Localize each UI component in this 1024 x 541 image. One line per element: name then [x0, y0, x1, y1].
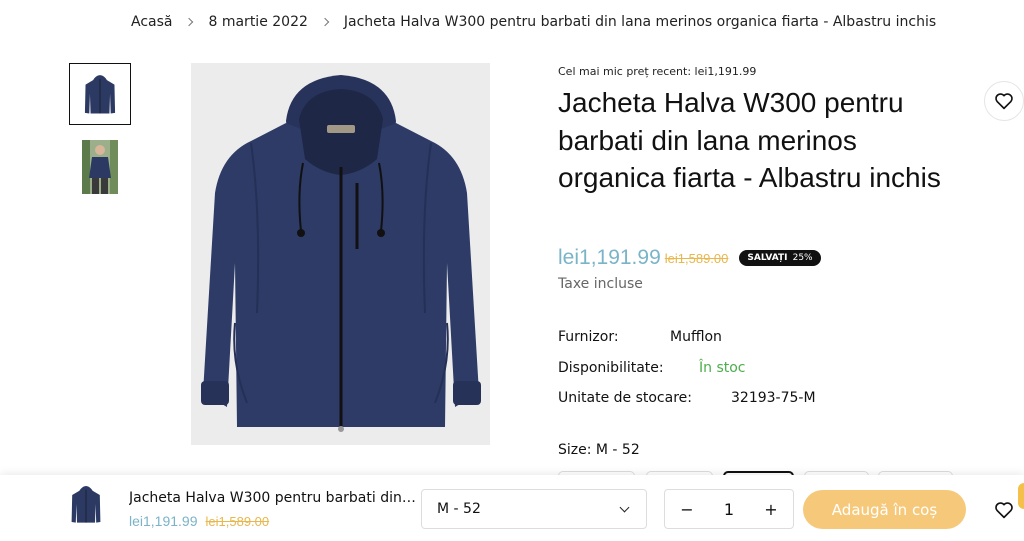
sticky-price-row: lei1,191.99 lei1,589.00 — [129, 513, 269, 529]
heart-icon — [995, 93, 1013, 110]
jacket-thumbnail-image — [84, 75, 116, 114]
breadcrumb: Acasă 8 martie 2022 Jacheta Halva W300 p… — [131, 14, 936, 30]
tax-note: Taxe incluse — [558, 276, 643, 292]
sticky-product-thumbnail — [66, 482, 106, 526]
product-thumbnail-1[interactable] — [69, 63, 131, 125]
save-badge-label: SALVAȚI — [747, 253, 788, 263]
size-select-value: M - 52 — [437, 501, 481, 517]
add-to-cart-button[interactable]: Adaugă în coș — [803, 490, 966, 529]
sticky-add-to-cart-bar: Jacheta Halva W300 pentru barbati din la… — [0, 475, 1024, 541]
save-badge-percent: 25% — [792, 253, 813, 263]
jacket-mini-image — [71, 486, 101, 523]
breadcrumb-date-link[interactable]: 8 martie 2022 — [208, 14, 307, 30]
wishlist-button[interactable] — [984, 81, 1024, 121]
sku-label: Unitate de stocare: — [558, 390, 692, 406]
breadcrumb-home-link[interactable]: Acasă — [131, 14, 172, 30]
current-price: lei1,191.99 — [558, 246, 661, 269]
price-row: lei1,191.99 lei1,589.00 SALVAȚI 25% — [558, 246, 821, 270]
product-main-image[interactable] — [191, 63, 490, 445]
floating-widget-edge[interactable] — [1018, 483, 1024, 509]
quantity-decrease-button[interactable]: − — [679, 500, 695, 519]
breadcrumb-separator-icon — [320, 17, 330, 27]
product-title: Jacheta Halva W300 pentru barbati din la… — [558, 87, 941, 193]
jacket-main-image — [201, 75, 481, 432]
save-badge: SALVAȚI 25% — [739, 250, 821, 266]
sticky-product-title: Jacheta Halva W300 pentru barbati din la… — [129, 490, 419, 506]
quantity-value[interactable]: 1 — [724, 500, 734, 519]
sticky-compare-price: lei1,589.00 — [205, 513, 270, 529]
quantity-increase-button[interactable]: + — [763, 500, 779, 519]
heart-icon — [995, 502, 1013, 519]
availability-row: Disponibilitate: În stoc — [558, 360, 746, 376]
lowest-price-note: Cel mai mic preț recent: lei1,191.99 — [558, 65, 757, 78]
vendor-value: Mufflon — [670, 329, 722, 345]
size-label: Size: M - 52 — [558, 442, 640, 458]
breadcrumb-separator-icon — [185, 17, 194, 27]
breadcrumb-current: Jacheta Halva W300 pentru barbati din la… — [343, 14, 937, 30]
product-thumbnail-2[interactable] — [69, 136, 131, 198]
sku-row: Unitate de stocare: 32193-75-M — [558, 390, 816, 406]
vendor-label: Furnizor: — [558, 329, 619, 345]
compare-price: lei1,589.00 — [664, 250, 729, 266]
availability-value: În stoc — [699, 360, 746, 376]
model-photo-thumbnail-image — [82, 140, 118, 194]
sticky-wishlist-button[interactable] — [993, 499, 1015, 521]
chevron-down-icon — [619, 502, 630, 513]
vendor-row: Furnizor: Mufflon — [558, 329, 722, 345]
availability-label: Disponibilitate: — [558, 360, 664, 376]
sku-value: 32193-75-M — [731, 390, 816, 406]
sticky-current-price: lei1,191.99 — [129, 513, 198, 529]
size-select-dropdown[interactable]: M - 52 — [421, 489, 647, 529]
quantity-stepper[interactable]: − 1 + — [664, 489, 794, 529]
